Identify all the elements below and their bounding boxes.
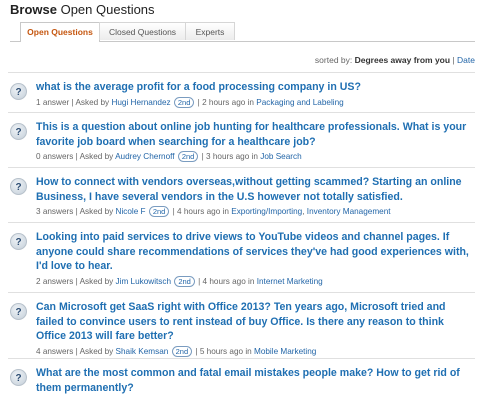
question-meta: 1 answer | Asked by Hugi Hernandez 2nd |… [36, 96, 344, 108]
author-link[interactable]: Hugi Hernandez [111, 98, 170, 107]
category-link[interactable]: Mobile Marketing [254, 347, 316, 356]
tab-experts[interactable]: Experts [185, 22, 235, 40]
author-link[interactable]: Shaik Kemsan [116, 347, 169, 356]
row-divider [8, 222, 475, 223]
answer-count: 3 answers [36, 207, 74, 216]
meta-separator [146, 207, 148, 216]
question-title-link[interactable]: What are the most common and fatal email… [36, 366, 471, 395]
sort-date-link[interactable]: Date [457, 55, 475, 65]
page-title: Browse Open Questions [10, 2, 155, 17]
meta-separator [171, 277, 173, 286]
author-link[interactable]: Nicole F [116, 207, 146, 216]
row-divider [8, 167, 475, 168]
sort-value: Degrees away from you [354, 55, 451, 65]
question-time: 3 hours ago in [206, 152, 258, 161]
sort-separator: | [452, 55, 455, 65]
meta-separator: | [193, 346, 200, 356]
row-divider [8, 358, 475, 359]
author-link[interactable]: Audrey Chernoff [115, 152, 174, 161]
meta-separator [168, 347, 170, 356]
page-title-bold: Browse [10, 2, 57, 17]
degree-badge: 2nd [174, 275, 195, 287]
tab-closed-questions[interactable]: Closed Questions [99, 22, 186, 40]
answer-count: 2 answers [36, 276, 74, 286]
meta-separator [171, 98, 173, 107]
asked-by-label: Asked by [79, 346, 114, 356]
tab-open-questions[interactable]: Open Questions [20, 22, 100, 42]
question-mark-icon: ? [10, 83, 27, 100]
meta-separator: | [195, 276, 203, 286]
answer-count: 0 answers [36, 152, 74, 161]
question-time: 4 hours ago in [202, 276, 255, 286]
question-title-link[interactable]: what is the average profit for a food pr… [36, 80, 471, 95]
tab-bar: Open Questions Closed Questions Experts [10, 22, 475, 42]
question-meta: 3 answers | Asked by Nicole F 2nd | 4 ho… [36, 206, 391, 217]
row-divider [8, 292, 475, 293]
question-time: 5 hours ago in [199, 346, 252, 356]
question-title-link[interactable]: This is a question about online job hunt… [36, 120, 471, 149]
category-link[interactable]: Packaging and Labeling [256, 98, 343, 107]
degree-badge: 2nd [171, 345, 193, 357]
degree-badge: 2nd [148, 206, 170, 217]
question-mark-icon: ? [10, 178, 27, 195]
question-title-link[interactable]: Looking into paid services to drive view… [36, 230, 471, 274]
question-title-link[interactable]: Can Microsoft get SaaS right with Office… [36, 300, 471, 344]
category-link[interactable]: Internet Marketing [257, 277, 323, 286]
meta-separator [175, 152, 177, 161]
question-title-link[interactable]: How to connect with vendors overseas,wit… [36, 175, 471, 204]
author-link[interactable]: Jim Lukowitsch [116, 277, 172, 286]
question-mark-icon: ? [10, 369, 27, 386]
question-time: 2 hours ago in [202, 97, 254, 107]
degree-badge: 2nd [173, 96, 195, 108]
answer-count: 4 answers [36, 346, 74, 356]
asked-by-label: Asked by [79, 276, 114, 286]
category-link[interactable]: Inventory Management [307, 207, 391, 216]
asked-by-label: Asked by [79, 207, 114, 216]
question-mark-icon: ? [10, 303, 27, 320]
asked-by-label: Asked by [79, 152, 114, 161]
question-meta: 4 answers | Asked by Shaik Kemsan 2nd | … [36, 345, 316, 357]
sort-control: sorted by: Degrees away from you | Date [315, 55, 475, 65]
category-link[interactable]: Exporting/Importing [231, 207, 302, 216]
question-time: 4 hours ago in [177, 207, 229, 216]
question-meta: 0 answers | Asked by Audrey Chernoff 2nd… [36, 151, 302, 162]
question-meta: 2 answers | Asked by Jim Lukowitsch 2nd … [36, 275, 323, 287]
sort-label: sorted by: [314, 55, 353, 65]
row-divider [8, 112, 475, 113]
row-divider [8, 72, 475, 73]
question-mark-icon: ? [10, 233, 27, 250]
asked-by-label: Asked by [75, 97, 110, 107]
degree-badge: 2nd [177, 151, 199, 162]
question-mark-icon: ? [10, 123, 27, 140]
answer-count: 1 answer [36, 97, 70, 107]
page-title-rest: Open Questions [60, 2, 155, 17]
category-link[interactable]: Job Search [260, 152, 301, 161]
